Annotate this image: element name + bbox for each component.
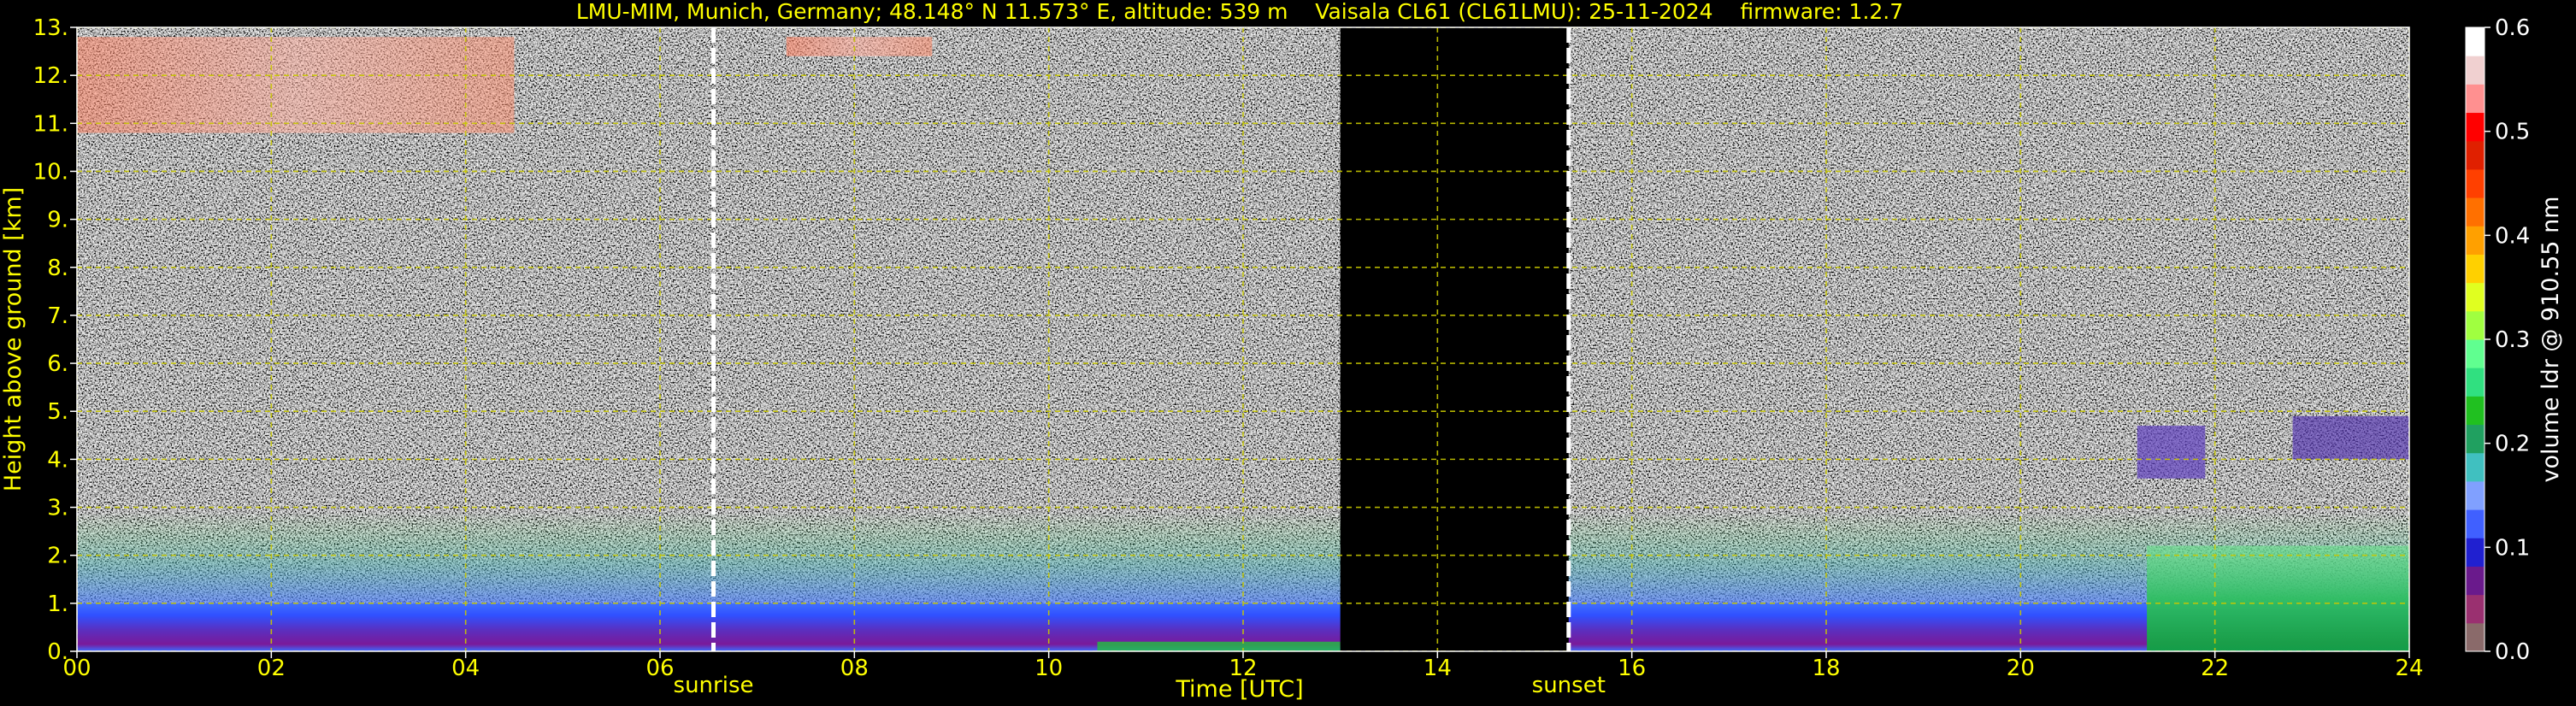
colorbar-segment-20 <box>2466 56 2485 85</box>
colorbar-tick-label-6: 0.6 <box>2495 15 2530 41</box>
feature-green-layer-evening <box>2147 545 2409 651</box>
y-tick-label-0: 0. <box>47 639 68 665</box>
colorbar-segment-16 <box>2466 168 2485 198</box>
colorbar-segment-7 <box>2466 424 2485 454</box>
x-tick-label-10: 20 <box>2007 656 2035 681</box>
colorbar-segment-3 <box>2466 538 2485 567</box>
feature-surface-green <box>1097 641 1341 651</box>
y-tick-label-13: 13. <box>33 15 68 41</box>
x-tick-label-3: 06 <box>645 656 674 681</box>
colorbar-tick-label-4: 0.4 <box>2495 223 2530 249</box>
colorbar-segment-12 <box>2466 282 2485 312</box>
y-tick-label-5: 5. <box>47 399 68 425</box>
feature-cirrus <box>77 37 515 133</box>
feature-mid-level-patch-2 <box>2292 415 2409 460</box>
y-tick-label-8: 8. <box>47 256 68 281</box>
x-tick-label-2: 04 <box>451 656 480 681</box>
colorbar-segment-8 <box>2466 396 2485 426</box>
ldr-chart: 00 02 04 06 08 10 12 14 16 18 20 22 240.1.2.3.4.5.6.… <box>0 0 2564 703</box>
y-tick-label-6: 6. <box>47 351 68 377</box>
colorbar-segment-14 <box>2466 226 2485 255</box>
colorbar-segment-15 <box>2466 197 2485 227</box>
chart-stage: 00 02 04 06 08 10 12 14 16 18 20 22 24 0. 1. 2. 3. 4. 5. 6.… <box>0 0 2576 706</box>
x-tick-label-7: 14 <box>1424 656 1452 681</box>
x-tick-label-5: 10 <box>1035 656 1063 681</box>
y-tick-label-12: 12. <box>33 63 68 89</box>
x-tick-label-1: 02 <box>257 656 286 681</box>
x-tick-label-12: 24 <box>2395 656 2423 681</box>
colorbar-segment-5 <box>2466 480 2485 510</box>
x-axis-label: Time [UTC] <box>1175 676 1303 703</box>
y-tick-label-4: 4. <box>47 447 68 473</box>
colorbar-segment-19 <box>2466 84 2485 114</box>
colorbar-tick-label-2: 0.2 <box>2495 432 2530 457</box>
colorbar-segment-1 <box>2466 594 2485 624</box>
colorbar-label: volume ldr @ 910.55 nm <box>2538 197 2564 483</box>
colorbar: 0.0 0.1 0.2 0.3 0.4 0.5 0.6 <box>2465 15 2530 665</box>
colorbar-segment-13 <box>2466 254 2485 284</box>
chart-title: LMU-MIM, Munich, Germany; 48.148° N 11.5… <box>576 0 1903 24</box>
x-tick-label-9: 18 <box>1812 656 1840 681</box>
y-tick-label-3: 3. <box>47 496 68 521</box>
colorbar-segment-6 <box>2466 452 2485 482</box>
colorbar-tick-label-3: 0.3 <box>2495 327 2530 353</box>
colorbar-segment-2 <box>2466 566 2485 596</box>
y-tick-label-11: 11. <box>33 111 68 137</box>
annotation-label-sunrise: sunrise <box>674 673 754 698</box>
y-tick-label-10: 10. <box>33 159 68 185</box>
y-tick-label-1: 1. <box>47 591 68 617</box>
annotation-label-sunset: sunset <box>1532 673 1606 698</box>
colorbar-tick-label-1: 0.1 <box>2495 535 2530 561</box>
colorbar-tick-label-5: 0.5 <box>2495 120 2530 145</box>
colorbar-segment-18 <box>2466 112 2485 142</box>
plot-area <box>77 27 2409 651</box>
feature-cirrus-patch <box>786 37 933 56</box>
colorbar-tick-label-0: 0.0 <box>2495 639 2530 665</box>
colorbar-segment-21 <box>2466 27 2485 56</box>
y-tick-label-9: 9. <box>47 208 68 233</box>
data-gap-0 <box>1340 27 1569 651</box>
colorbar-segment-17 <box>2466 140 2485 170</box>
y-tick-label-2: 2. <box>47 544 68 569</box>
annotation-labels: sunrise sunset <box>674 673 1606 698</box>
feature-mid-level-patch-1 <box>2137 426 2206 479</box>
colorbar-segment-4 <box>2466 509 2485 538</box>
y-axis-label: Height above ground [km] <box>0 187 27 491</box>
colorbar-segment-10 <box>2466 339 2485 368</box>
colorbar-segment-0 <box>2466 622 2485 652</box>
colorbar-segment-9 <box>2466 368 2485 397</box>
x-tick-label-4: 08 <box>840 656 869 681</box>
x-tick-label-8: 16 <box>1618 656 1646 681</box>
y-tick-label-7: 7. <box>47 303 68 329</box>
colorbar-segment-11 <box>2466 310 2485 340</box>
x-tick-label-11: 22 <box>2201 656 2229 681</box>
data-gap-layer <box>1340 27 1569 651</box>
